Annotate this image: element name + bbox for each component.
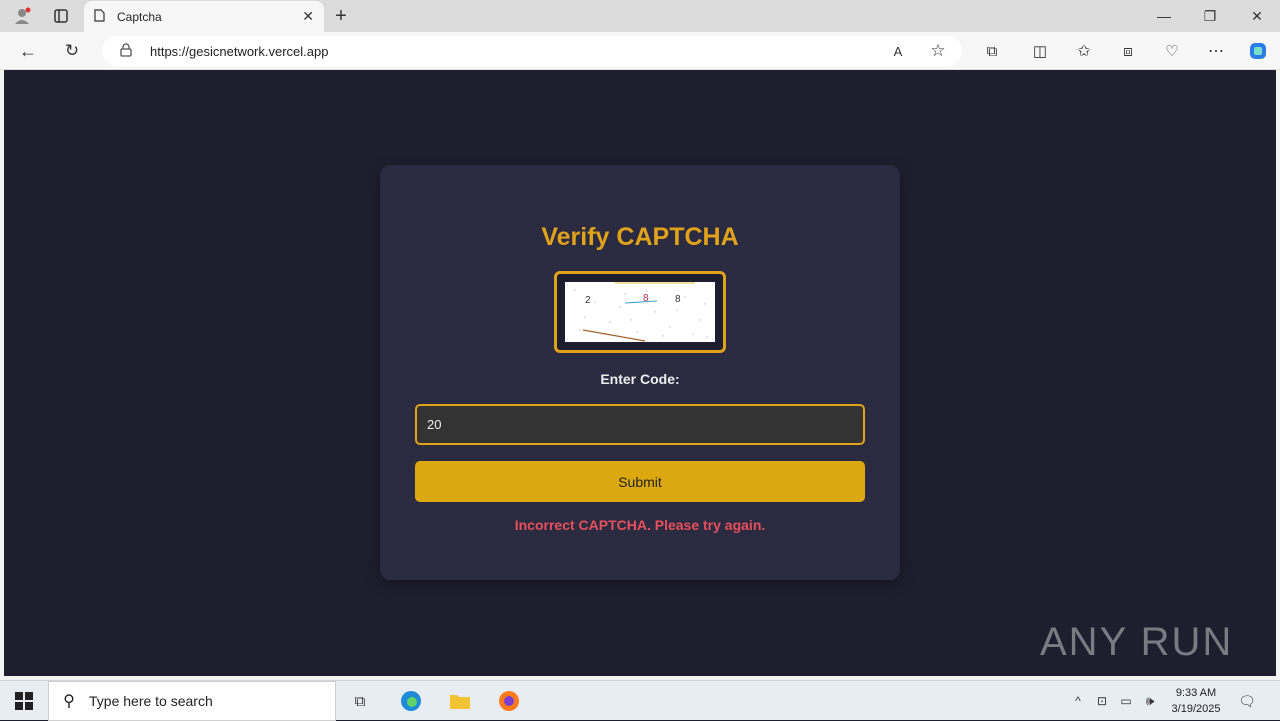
- restore-icon[interactable]: ❐: [1196, 6, 1224, 26]
- volume-icon[interactable]: 🕪: [1140, 691, 1160, 711]
- tab-actions-icon[interactable]: [50, 6, 72, 26]
- file-explorer-icon[interactable]: [446, 689, 474, 713]
- captcha-card: Verify CAPTCHA 2 8 8 Enter Code: 20 Subm…: [380, 165, 900, 580]
- captcha-char-3: 8: [675, 294, 681, 305]
- profile-icon[interactable]: [10, 6, 34, 26]
- favorite-star-icon[interactable]: ☆: [926, 40, 950, 62]
- close-tab-icon[interactable]: ✕: [302, 8, 314, 25]
- url-text: https://gesicnetwork.vercel.app: [150, 43, 329, 59]
- edge-icon[interactable]: [396, 687, 426, 715]
- tray-chevron-icon[interactable]: ^: [1068, 691, 1088, 711]
- clock[interactable]: 9:33 AM 3/19/2025: [1168, 685, 1224, 717]
- tab-bar: Captcha ✕ + — ❐ ✕: [0, 0, 1280, 32]
- more-menu-icon[interactable]: ⋯: [1204, 40, 1228, 62]
- submit-button[interactable]: Submit: [415, 461, 865, 502]
- error-message: Incorrect CAPTCHA. Please try again.: [514, 517, 766, 533]
- watermark-text: ANY RUN: [1040, 619, 1234, 664]
- page-icon: [94, 8, 105, 25]
- read-aloud-icon[interactable]: A: [886, 40, 910, 62]
- captcha-frame: 2 8 8: [554, 271, 726, 353]
- wifi-icon[interactable]: ▭: [1116, 691, 1136, 711]
- split-screen-icon[interactable]: ◫: [1028, 40, 1052, 62]
- tab-captcha[interactable]: Captcha ✕: [84, 1, 324, 32]
- lock-icon: [120, 42, 150, 60]
- firefox-icon[interactable]: [494, 687, 524, 715]
- captcha-char-2: 8: [643, 293, 649, 304]
- taskbar-search[interactable]: ⚲ Type here to search: [48, 681, 336, 721]
- copilot-icon[interactable]: [1246, 39, 1270, 63]
- clock-date: 3/19/2025: [1171, 703, 1221, 715]
- search-icon: ⚲: [63, 693, 75, 710]
- close-window-icon[interactable]: ✕: [1243, 6, 1271, 26]
- windows-start-icon[interactable]: [12, 691, 36, 711]
- browser-window: Captcha ✕ + — ❐ ✕ ← ↻ https://gesicnetwo…: [0, 0, 1280, 680]
- page-title: Verify CAPTCHA: [541, 223, 739, 251]
- taskbar: ⚲ Type here to search ⧉ ^ ⊡ ▭ 🕪 9:33 AM …: [0, 680, 1280, 721]
- captcha-char-1: 2: [585, 295, 591, 306]
- address-bar[interactable]: https://gesicnetwork.vercel.app: [102, 36, 962, 66]
- search-placeholder: Type here to search: [89, 693, 213, 709]
- clock-time: 9:33 AM: [1175, 687, 1217, 699]
- captcha-code-input[interactable]: [415, 404, 865, 445]
- page-content: Verify CAPTCHA 2 8 8 Enter Code: 20 Subm…: [4, 70, 1276, 676]
- notifications-icon[interactable]: 🗨: [1236, 691, 1258, 711]
- captcha-image: 2 8 8: [565, 282, 715, 342]
- network-icon[interactable]: ⊡: [1092, 691, 1112, 711]
- collections-icon[interactable]: ⧈: [1116, 40, 1140, 62]
- extensions-icon[interactable]: ⧉: [980, 40, 1004, 62]
- back-icon[interactable]: ←: [16, 40, 40, 62]
- enter-code-label: Enter Code:: [600, 371, 680, 387]
- favorites-icon[interactable]: ✩: [1072, 40, 1096, 62]
- anyrun-watermark: ANY RUN: [1040, 610, 1240, 674]
- browser-essentials-icon[interactable]: ♡: [1160, 40, 1184, 62]
- task-view-icon[interactable]: ⧉: [348, 690, 372, 712]
- refresh-icon[interactable]: ↻: [60, 40, 84, 62]
- minimize-icon[interactable]: —: [1150, 6, 1178, 26]
- tab-title: Captcha: [117, 9, 162, 24]
- new-tab-icon[interactable]: +: [330, 5, 352, 27]
- browser-toolbar: ← ↻ https://gesicnetwork.vercel.app A ☆ …: [0, 32, 1280, 70]
